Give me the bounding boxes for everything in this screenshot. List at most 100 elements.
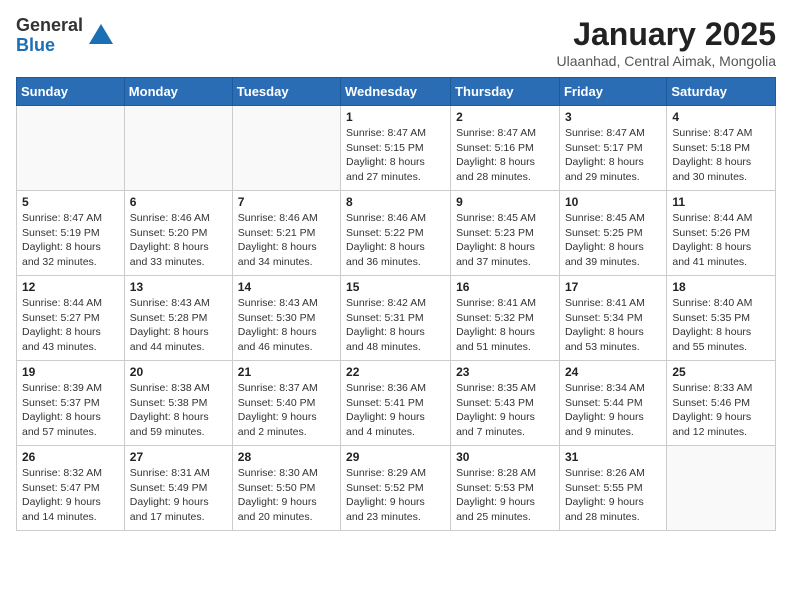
calendar-cell bbox=[17, 106, 125, 191]
calendar-cell: 8 Sunrise: 8:46 AM Sunset: 5:22 PM Daylig… bbox=[341, 191, 451, 276]
calendar-cell: 12 Sunrise: 8:44 AM Sunset: 5:27 PM Dayli… bbox=[17, 276, 125, 361]
day-info: Sunrise: 8:46 AM Sunset: 5:22 PM Dayligh… bbox=[346, 211, 445, 270]
day-info: Sunrise: 8:43 AM Sunset: 5:28 PM Dayligh… bbox=[130, 296, 227, 355]
calendar-cell bbox=[124, 106, 232, 191]
day-number: 28 bbox=[238, 450, 335, 464]
day-number: 12 bbox=[22, 280, 119, 294]
day-info: Sunrise: 8:40 AM Sunset: 5:35 PM Dayligh… bbox=[672, 296, 770, 355]
logo-blue: Blue bbox=[16, 36, 83, 56]
day-number: 29 bbox=[346, 450, 445, 464]
day-info: Sunrise: 8:46 AM Sunset: 5:21 PM Dayligh… bbox=[238, 211, 335, 270]
day-header-tuesday: Tuesday bbox=[232, 78, 340, 106]
day-info: Sunrise: 8:44 AM Sunset: 5:27 PM Dayligh… bbox=[22, 296, 119, 355]
day-number: 11 bbox=[672, 195, 770, 209]
calendar-cell: 15Sunrise: 8:42 AM Sunset: 5:31 PM Dayli… bbox=[341, 276, 451, 361]
calendar-cell: 3 Sunrise: 8:47 AM Sunset: 5:17 PM Daylig… bbox=[559, 106, 666, 191]
day-number: 3 bbox=[565, 110, 661, 124]
calendar-cell bbox=[232, 106, 340, 191]
day-info: Sunrise: 8:34 AM Sunset: 5:44 PM Dayligh… bbox=[565, 381, 661, 440]
calendar-cell: 28 Sunrise: 8:30 AM Sunset: 5:50 PM Dayli… bbox=[232, 446, 340, 531]
day-number: 10 bbox=[565, 195, 661, 209]
day-number: 18 bbox=[672, 280, 770, 294]
calendar-cell: 22Sunrise: 8:36 AM Sunset: 5:41 PM Dayli… bbox=[341, 361, 451, 446]
calendar-cell: 21 Sunrise: 8:37 AM Sunset: 5:40 PM Dayli… bbox=[232, 361, 340, 446]
day-number: 23 bbox=[456, 365, 554, 379]
day-number: 31 bbox=[565, 450, 661, 464]
calendar-cell: 16 Sunrise: 8:41 AM Sunset: 5:32 PM Dayli… bbox=[451, 276, 560, 361]
day-info: Sunrise: 8:26 AM Sunset: 5:55 PM Dayligh… bbox=[565, 466, 661, 525]
day-number: 8 bbox=[346, 195, 445, 209]
calendar-cell: 31 Sunrise: 8:26 AM Sunset: 5:55 PM Dayli… bbox=[559, 446, 666, 531]
calendar-cell: 26Sunrise: 8:32 AM Sunset: 5:47 PM Dayli… bbox=[17, 446, 125, 531]
day-info: Sunrise: 8:29 AM Sunset: 5:52 PM Dayligh… bbox=[346, 466, 445, 525]
day-header-monday: Monday bbox=[124, 78, 232, 106]
day-number: 21 bbox=[238, 365, 335, 379]
day-number: 6 bbox=[130, 195, 227, 209]
day-info: Sunrise: 8:33 AM Sunset: 5:46 PM Dayligh… bbox=[672, 381, 770, 440]
logo-icon bbox=[87, 22, 115, 50]
calendar-cell: 9 Sunrise: 8:45 AM Sunset: 5:23 PM Daylig… bbox=[451, 191, 560, 276]
calendar-cell: 18 Sunrise: 8:40 AM Sunset: 5:35 PM Dayli… bbox=[667, 276, 776, 361]
calendar-cell: 23 Sunrise: 8:35 AM Sunset: 5:43 PM Dayli… bbox=[451, 361, 560, 446]
days-header-row: SundayMondayTuesdayWednesdayThursdayFrid… bbox=[17, 78, 776, 106]
week-row-5: 26Sunrise: 8:32 AM Sunset: 5:47 PM Dayli… bbox=[17, 446, 776, 531]
day-header-saturday: Saturday bbox=[667, 78, 776, 106]
day-info: Sunrise: 8:47 AM Sunset: 5:17 PM Dayligh… bbox=[565, 126, 661, 185]
day-info: Sunrise: 8:41 AM Sunset: 5:32 PM Dayligh… bbox=[456, 296, 554, 355]
day-number: 16 bbox=[456, 280, 554, 294]
day-number: 24 bbox=[565, 365, 661, 379]
calendar-cell: 25 Sunrise: 8:33 AM Sunset: 5:46 PM Dayli… bbox=[667, 361, 776, 446]
calendar-cell: 4Sunrise: 8:47 AM Sunset: 5:18 PM Daylig… bbox=[667, 106, 776, 191]
day-number: 26 bbox=[22, 450, 119, 464]
day-number: 2 bbox=[456, 110, 554, 124]
day-info: Sunrise: 8:36 AM Sunset: 5:41 PM Dayligh… bbox=[346, 381, 445, 440]
logo-general: General bbox=[16, 16, 83, 36]
day-number: 9 bbox=[456, 195, 554, 209]
calendar-cell: 30 Sunrise: 8:28 AM Sunset: 5:53 PM Dayli… bbox=[451, 446, 560, 531]
day-info: Sunrise: 8:46 AM Sunset: 5:20 PM Dayligh… bbox=[130, 211, 227, 270]
calendar-cell: 2 Sunrise: 8:47 AM Sunset: 5:16 PM Daylig… bbox=[451, 106, 560, 191]
day-number: 20 bbox=[130, 365, 227, 379]
calendar-cell: 10Sunrise: 8:45 AM Sunset: 5:25 PM Dayli… bbox=[559, 191, 666, 276]
month-title: January 2025 bbox=[557, 16, 776, 53]
day-header-friday: Friday bbox=[559, 78, 666, 106]
day-number: 1 bbox=[346, 110, 445, 124]
calendar-cell: 5 Sunrise: 8:47 AM Sunset: 5:19 PM Daylig… bbox=[17, 191, 125, 276]
day-number: 5 bbox=[22, 195, 119, 209]
calendar-cell: 20Sunrise: 8:38 AM Sunset: 5:38 PM Dayli… bbox=[124, 361, 232, 446]
day-number: 7 bbox=[238, 195, 335, 209]
calendar-cell: 24 Sunrise: 8:34 AM Sunset: 5:44 PM Dayli… bbox=[559, 361, 666, 446]
day-number: 13 bbox=[130, 280, 227, 294]
day-info: Sunrise: 8:37 AM Sunset: 5:40 PM Dayligh… bbox=[238, 381, 335, 440]
day-number: 27 bbox=[130, 450, 227, 464]
logo: General Blue bbox=[16, 16, 115, 56]
day-info: Sunrise: 8:41 AM Sunset: 5:34 PM Dayligh… bbox=[565, 296, 661, 355]
calendar-table: SundayMondayTuesdayWednesdayThursdayFrid… bbox=[16, 77, 776, 531]
week-row-3: 12 Sunrise: 8:44 AM Sunset: 5:27 PM Dayli… bbox=[17, 276, 776, 361]
week-row-4: 19Sunrise: 8:39 AM Sunset: 5:37 PM Dayli… bbox=[17, 361, 776, 446]
day-info: Sunrise: 8:35 AM Sunset: 5:43 PM Dayligh… bbox=[456, 381, 554, 440]
day-number: 30 bbox=[456, 450, 554, 464]
day-number: 25 bbox=[672, 365, 770, 379]
day-info: Sunrise: 8:28 AM Sunset: 5:53 PM Dayligh… bbox=[456, 466, 554, 525]
calendar-cell: 11 Sunrise: 8:44 AM Sunset: 5:26 PM Dayli… bbox=[667, 191, 776, 276]
day-info: Sunrise: 8:30 AM Sunset: 5:50 PM Dayligh… bbox=[238, 466, 335, 525]
day-info: Sunrise: 8:47 AM Sunset: 5:16 PM Dayligh… bbox=[456, 126, 554, 185]
day-header-sunday: Sunday bbox=[17, 78, 125, 106]
day-info: Sunrise: 8:44 AM Sunset: 5:26 PM Dayligh… bbox=[672, 211, 770, 270]
calendar-cell: 7 Sunrise: 8:46 AM Sunset: 5:21 PM Daylig… bbox=[232, 191, 340, 276]
day-info: Sunrise: 8:43 AM Sunset: 5:30 PM Dayligh… bbox=[238, 296, 335, 355]
day-info: Sunrise: 8:45 AM Sunset: 5:23 PM Dayligh… bbox=[456, 211, 554, 270]
title-area: January 2025 Ulaanhad, Central Aimak, Mo… bbox=[557, 16, 776, 69]
week-row-2: 5 Sunrise: 8:47 AM Sunset: 5:19 PM Daylig… bbox=[17, 191, 776, 276]
day-info: Sunrise: 8:31 AM Sunset: 5:49 PM Dayligh… bbox=[130, 466, 227, 525]
day-number: 14 bbox=[238, 280, 335, 294]
day-header-thursday: Thursday bbox=[451, 78, 560, 106]
week-row-1: 1Sunrise: 8:47 AM Sunset: 5:15 PM Daylig… bbox=[17, 106, 776, 191]
day-info: Sunrise: 8:47 AM Sunset: 5:18 PM Dayligh… bbox=[672, 126, 770, 185]
calendar-cell bbox=[667, 446, 776, 531]
day-number: 19 bbox=[22, 365, 119, 379]
calendar-cell: 14 Sunrise: 8:43 AM Sunset: 5:30 PM Dayli… bbox=[232, 276, 340, 361]
day-info: Sunrise: 8:47 AM Sunset: 5:19 PM Dayligh… bbox=[22, 211, 119, 270]
calendar-cell: 1Sunrise: 8:47 AM Sunset: 5:15 PM Daylig… bbox=[341, 106, 451, 191]
